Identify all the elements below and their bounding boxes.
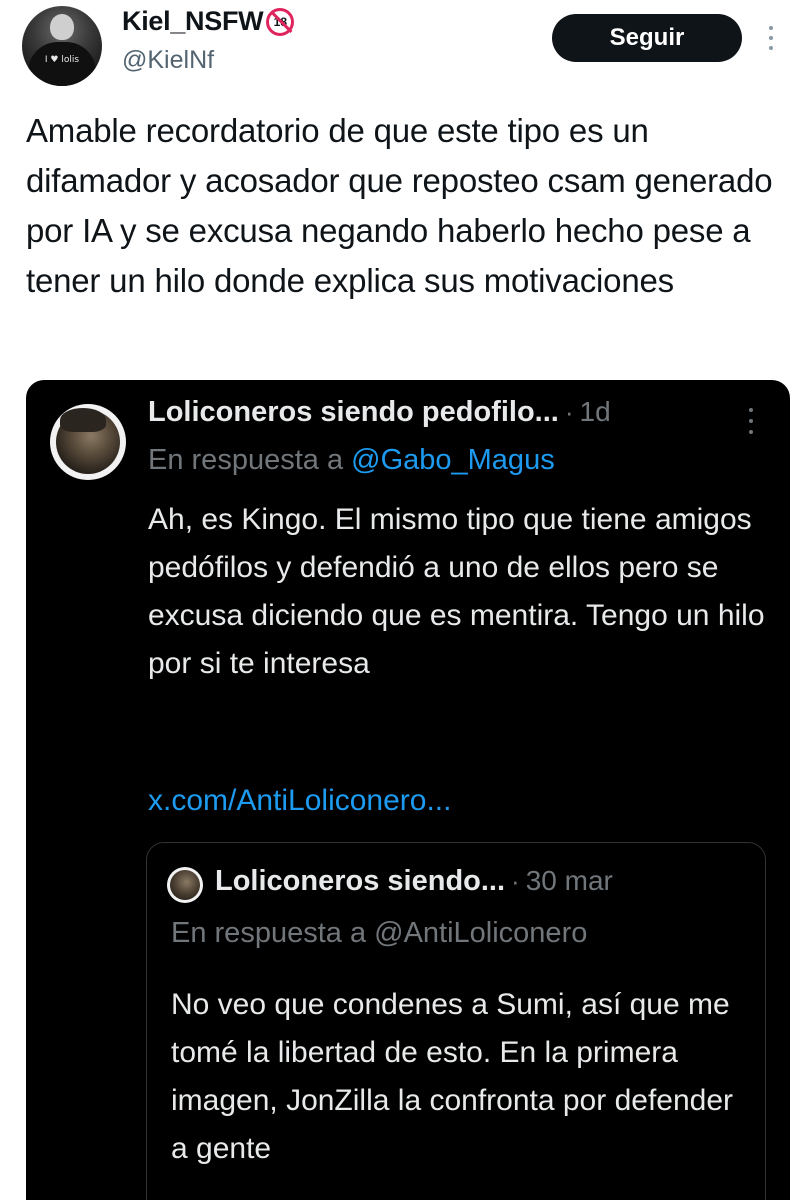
embedded-name-row: Loliconeros siendo pedofilo... · 1d: [148, 396, 611, 429]
quoted-name-row: Loliconeros siendo... · 30 mar: [215, 865, 613, 898]
embedded-timestamp: 1d: [579, 396, 611, 427]
avatar-shirt: I ♥ lolis: [28, 42, 96, 86]
quoted-tweet: Loliconeros siendo... · 30 mar En respue…: [146, 842, 766, 1200]
author-handle[interactable]: @KielNf: [122, 46, 214, 75]
tweet-text: Amable recordatorio de que este tipo es …: [26, 112, 773, 299]
nsfw-badge-label: 18: [273, 14, 287, 29]
follow-button[interactable]: Seguir: [552, 14, 742, 62]
tweet-header: I ♥ lolis Kiel_NSFW 18 @KielNf Seguir: [0, 0, 812, 100]
embedded-reply-context: En respuesta a @Gabo_Magus: [148, 444, 555, 477]
embedded-tweet-text: Ah, es Kingo. El mismo tipo que tiene am…: [148, 503, 765, 680]
embedded-author-avatar: [50, 404, 126, 480]
embedded-reply-prefix: En respuesta a: [148, 444, 352, 476]
author-name-row[interactable]: Kiel_NSFW 18: [122, 6, 295, 37]
more-vertical-icon[interactable]: [764, 22, 778, 54]
quoted-author-avatar: [167, 867, 203, 903]
nsfw-18-icon: 18: [266, 7, 295, 36]
quoted-reply-context: En respuesta a @AntiLoliconero: [171, 917, 588, 949]
avatar-shirt-text: I ♥ lolis: [44, 55, 80, 65]
embedded-tweet-image[interactable]: Loliconeros siendo pedofilo... · 1d En r…: [26, 380, 790, 1200]
author-avatar[interactable]: I ♥ lolis: [22, 6, 102, 86]
embedded-reply-mention: @Gabo_Magus: [351, 444, 555, 476]
embedded-link: x.com/AntiLoliconero...: [148, 784, 452, 817]
avatar-face: [50, 14, 74, 40]
quoted-separator: ·: [511, 866, 520, 896]
embedded-author-name: Loliconeros siendo pedofilo...: [148, 396, 559, 428]
quoted-tweet-text: No veo que condenes a Sumi, así que me t…: [171, 988, 734, 1165]
embedded-separator: ·: [564, 397, 574, 427]
author-display-name[interactable]: Kiel_NSFW: [122, 6, 264, 37]
quoted-author-name: Loliconeros siendo...: [215, 865, 506, 897]
quoted-timestamp: 30 mar: [525, 865, 613, 896]
embedded-more-vertical-icon: [746, 408, 756, 434]
